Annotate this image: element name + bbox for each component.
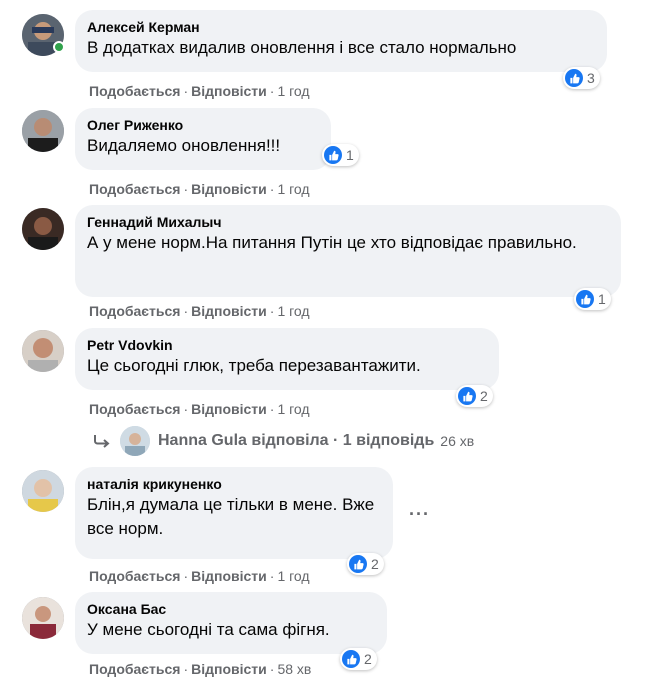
reaction-count[interactable]: 2	[347, 553, 384, 575]
comment-time[interactable]: 58 хв	[277, 661, 311, 677]
reply-button[interactable]: Відповісти	[191, 401, 267, 417]
comment-time[interactable]: 1 год	[277, 83, 309, 99]
reaction-count[interactable]: 2	[340, 648, 377, 670]
separator: ·	[269, 181, 275, 197]
separator: ·	[183, 303, 189, 319]
comment-time[interactable]: 1 год	[277, 303, 309, 319]
online-status-dot	[53, 41, 65, 53]
reaction-number: 3	[587, 70, 595, 86]
more-options-icon[interactable]: ···	[409, 504, 430, 525]
comment-time[interactable]: 1 год	[277, 568, 309, 584]
separator: ·	[183, 568, 189, 584]
comment-text: У мене сьогодні та сама фігня.	[87, 620, 330, 639]
like-button[interactable]: Подобається	[89, 661, 180, 677]
reaction-count[interactable]: 3	[563, 67, 600, 89]
like-icon	[324, 146, 342, 164]
avatar[interactable]	[22, 470, 64, 512]
reply-thread-time: 26 хв	[440, 433, 475, 449]
comment-author[interactable]: наталія крикуненко	[87, 475, 381, 493]
comment-author[interactable]: Оксана Бас	[87, 600, 375, 618]
like-button[interactable]: Подобається	[89, 181, 180, 197]
comment-text: А у мене норм.На питання Путін це хто ві…	[87, 233, 577, 252]
reaction-number: 2	[371, 556, 379, 572]
comment-text: Це сьогодні глюк, треба перезавантажити.	[87, 356, 421, 375]
separator: ·	[183, 401, 189, 417]
like-button[interactable]: Подобається	[89, 401, 180, 417]
like-icon	[565, 69, 583, 87]
avatar[interactable]	[22, 110, 64, 152]
comment-text: Видаляемо оновлення!!!	[87, 136, 281, 155]
separator: ·	[183, 83, 189, 99]
reply-arrow-icon	[94, 435, 110, 448]
reaction-count[interactable]: 1	[322, 144, 359, 166]
comment-actions: Подобається · Відповісти · 58 хв	[89, 660, 311, 678]
comment-author[interactable]: Petr Vdovkin	[87, 336, 487, 354]
avatar[interactable]	[22, 597, 64, 639]
reply-button[interactable]: Відповісти	[191, 568, 267, 584]
comment-bubble: Petr Vdovkin Це сьогодні глюк, треба пер…	[75, 328, 499, 390]
comment-author[interactable]: Алексей Керман	[87, 18, 595, 36]
like-button[interactable]: Подобається	[89, 303, 180, 319]
reply-button[interactable]: Відповісти	[191, 303, 267, 319]
comment-actions: Подобається · Відповісти · 1 год	[89, 567, 310, 585]
reaction-number: 2	[364, 651, 372, 667]
comment-time[interactable]: 1 год	[277, 181, 309, 197]
reply-thread-label[interactable]: Hanna Gula відповіла · 1 відповідь	[158, 432, 434, 450]
separator: ·	[269, 401, 275, 417]
avatar[interactable]	[22, 208, 64, 250]
comment-bubble: наталія крикуненко Блін,я думала це тіль…	[75, 467, 393, 559]
like-button[interactable]: Подобається	[89, 83, 180, 99]
comment-bubble: Геннадий Михалыч А у мене норм.На питанн…	[75, 205, 621, 297]
separator: ·	[269, 83, 275, 99]
like-button[interactable]: Подобається	[89, 568, 180, 584]
comment-text: Блін,я думала це тільки в мене. Вже все …	[87, 495, 375, 538]
reaction-number: 2	[480, 388, 488, 404]
reaction-count[interactable]: 1	[574, 288, 611, 310]
avatar	[120, 426, 150, 456]
separator: ·	[183, 181, 189, 197]
separator: ·	[183, 661, 189, 677]
view-replies-link[interactable]: Hanna Gula відповіла · 1 відповідь 26 хв	[92, 426, 475, 456]
reaction-number: 1	[598, 291, 606, 307]
separator: ·	[269, 661, 275, 677]
like-icon	[349, 555, 367, 573]
comment-bubble: Оксана Бас У мене сьогодні та сама фігня…	[75, 592, 387, 654]
separator: ·	[269, 568, 275, 584]
reaction-count[interactable]: 2	[456, 385, 493, 407]
comment-author[interactable]: Геннадий Михалыч	[87, 213, 609, 231]
comment-actions: Подобається · Відповісти · 1 год	[89, 400, 310, 418]
reply-button[interactable]: Відповісти	[191, 181, 267, 197]
avatar[interactable]	[22, 330, 64, 372]
comment-author[interactable]: Олег Риженко	[87, 116, 319, 134]
separator: ·	[269, 303, 275, 319]
reply-button[interactable]: Відповісти	[191, 83, 267, 99]
reply-button[interactable]: Відповісти	[191, 661, 267, 677]
reaction-number: 1	[346, 147, 354, 163]
comment-text: В додатках видалив оновлення і все стало…	[87, 38, 517, 57]
comment-time[interactable]: 1 год	[277, 401, 309, 417]
like-icon	[576, 290, 594, 308]
comment-actions: Подобається · Відповісти · 1 год	[89, 302, 310, 320]
comment-actions: Подобається · Відповісти · 1 год	[89, 82, 310, 100]
like-icon	[342, 650, 360, 668]
comment-bubble: Олег Риженко Видаляемо оновлення!!!	[75, 108, 331, 170]
comment-actions: Подобається · Відповісти · 1 год	[89, 180, 310, 198]
like-icon	[458, 387, 476, 405]
comment-bubble: Алексей Керман В додатках видалив оновле…	[75, 10, 607, 72]
